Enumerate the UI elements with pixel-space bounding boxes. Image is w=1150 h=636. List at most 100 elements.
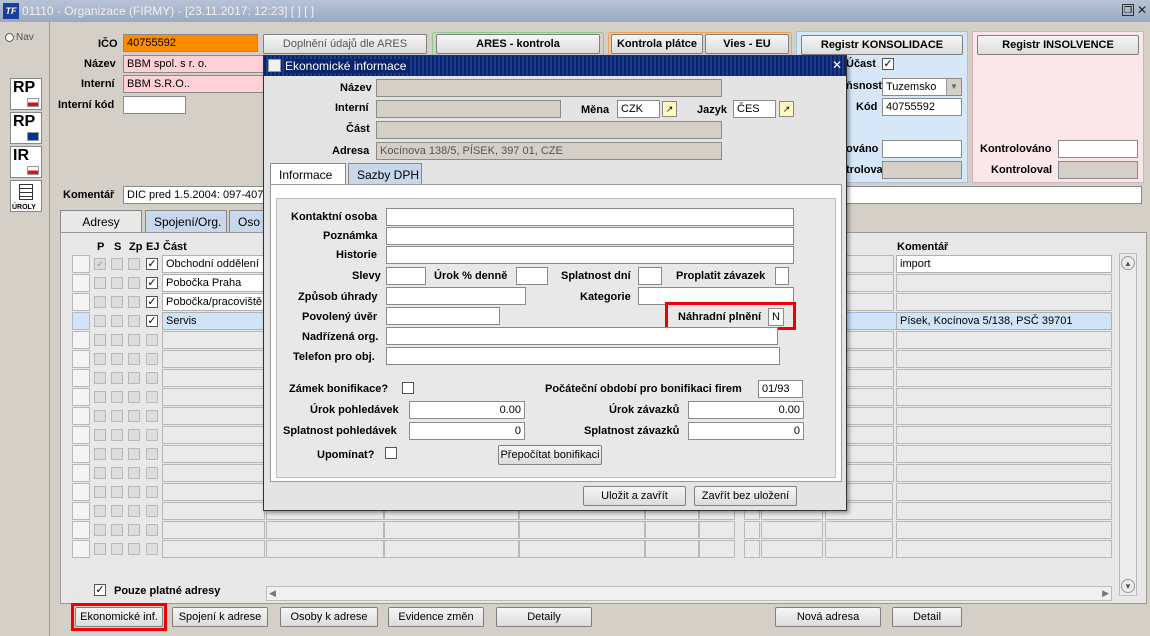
- ulozit-button[interactable]: Uložit a zavřít: [583, 486, 686, 506]
- flag-zp-checkbox[interactable]: [128, 467, 140, 479]
- flag-s-checkbox[interactable]: [111, 277, 123, 289]
- cast-cell[interactable]: [162, 464, 265, 482]
- flag-zp-checkbox[interactable]: [128, 334, 140, 346]
- flag-zp-checkbox[interactable]: [128, 353, 140, 365]
- nova-adresa-button[interactable]: Nová adresa: [775, 607, 881, 627]
- flag-s-checkbox[interactable]: [111, 543, 123, 555]
- komentar-field-tail[interactable]: [846, 186, 1142, 204]
- dlg-tab-sazby-dph[interactable]: Sazby DPH: [348, 163, 422, 185]
- komentar-cell[interactable]: [896, 426, 1112, 444]
- flag-ej-checkbox[interactable]: ✓: [146, 315, 158, 327]
- flag-s-checkbox[interactable]: [111, 334, 123, 346]
- flag-p-checkbox[interactable]: [94, 429, 106, 441]
- urok-denne-field[interactable]: [516, 267, 548, 285]
- mena-lookup-icon[interactable]: ↗: [662, 101, 677, 117]
- flag-p-checkbox[interactable]: [94, 467, 106, 479]
- nav-button-rp-cz[interactable]: RP: [10, 78, 42, 110]
- flag-ej-checkbox[interactable]: [146, 486, 158, 498]
- splatnost-zavazku-field[interactable]: 0: [688, 422, 804, 440]
- row-4-komentar[interactable]: Písek, Kocínova 5/138, PSČ 39701: [896, 312, 1112, 330]
- cast-cell[interactable]: [162, 521, 265, 539]
- restore-icon[interactable]: ❐: [1122, 4, 1134, 16]
- ares-kontrola-button[interactable]: ARES - kontrola: [436, 34, 600, 54]
- row-selector[interactable]: [72, 407, 90, 425]
- prepocitat-button[interactable]: Přepočítat bonifikaci: [498, 445, 602, 465]
- flag-s-checkbox[interactable]: [111, 353, 123, 365]
- cast-cell[interactable]: [162, 369, 265, 387]
- komentar-cell[interactable]: [896, 388, 1112, 406]
- cast-cell[interactable]: [162, 502, 265, 520]
- cast-cell[interactable]: [162, 426, 265, 444]
- komentar-cell[interactable]: [896, 464, 1112, 482]
- flag-s-checkbox[interactable]: [111, 410, 123, 422]
- flag-s-checkbox[interactable]: [111, 296, 123, 308]
- komentar-cell[interactable]: [896, 445, 1112, 463]
- cast-cell[interactable]: [162, 483, 265, 501]
- flag-s-checkbox[interactable]: [111, 505, 123, 517]
- komentar-cell[interactable]: [896, 369, 1112, 387]
- flag-zp-checkbox[interactable]: [128, 372, 140, 384]
- dlg-jazyk-field[interactable]: ČES: [733, 100, 776, 118]
- flag-ej-checkbox[interactable]: [146, 543, 158, 555]
- interni-field[interactable]: BBM S.R.O..: [123, 75, 268, 93]
- flag-zp-checkbox[interactable]: [128, 296, 140, 308]
- flag-ej-checkbox[interactable]: [146, 334, 158, 346]
- tab-spojeni[interactable]: Spojení/Org.: [145, 210, 227, 232]
- flag-ej-checkbox[interactable]: ✓: [146, 277, 158, 289]
- flag-ej-checkbox[interactable]: [146, 467, 158, 479]
- nav-button-ir[interactable]: IR: [10, 146, 42, 178]
- row-selector[interactable]: [72, 445, 90, 463]
- evidence-zmen-button[interactable]: Evidence změn: [388, 607, 484, 627]
- flag-zp-checkbox[interactable]: [128, 391, 140, 403]
- komentar-cell[interactable]: [896, 331, 1112, 349]
- row-selector[interactable]: [72, 483, 90, 501]
- flag-zp-checkbox[interactable]: [128, 277, 140, 289]
- jazyk-lookup-icon[interactable]: ↗: [779, 101, 794, 117]
- kod-field[interactable]: 40755592: [882, 98, 962, 116]
- proplatit-field[interactable]: [775, 267, 789, 285]
- cast-cell[interactable]: [162, 388, 265, 406]
- flag-zp-checkbox[interactable]: [128, 258, 140, 270]
- dialog-close-icon[interactable]: ✕: [832, 58, 842, 72]
- osoby-k-adrese-button[interactable]: Osoby k adrese: [280, 607, 378, 627]
- splatnost-pohledavek-field[interactable]: 0: [409, 422, 525, 440]
- komentar-cell[interactable]: [896, 293, 1112, 311]
- chevron-down-icon[interactable]: ▼: [946, 79, 961, 95]
- flag-ej-checkbox[interactable]: ✓: [146, 258, 158, 270]
- flag-p-checkbox[interactable]: [94, 277, 106, 289]
- flag-ej-checkbox[interactable]: [146, 353, 158, 365]
- cast-cell[interactable]: Servis: [162, 312, 265, 330]
- flag-p-checkbox[interactable]: [94, 391, 106, 403]
- flag-p-checkbox[interactable]: [94, 315, 106, 327]
- vies-button[interactable]: Vies - EU: [705, 34, 789, 54]
- detail-button[interactable]: Detail: [892, 607, 962, 627]
- pocatecni-field[interactable]: 01/93: [758, 380, 803, 398]
- urok-zavazku-field[interactable]: 0.00: [688, 401, 804, 419]
- flag-ej-checkbox[interactable]: [146, 505, 158, 517]
- dialog-title-bar[interactable]: Ekonomické informace ✕: [264, 56, 846, 76]
- row-selector[interactable]: [72, 312, 90, 330]
- cast-cell[interactable]: Pobočka/pracoviště: [162, 293, 265, 311]
- flag-s-checkbox[interactable]: [111, 372, 123, 384]
- flag-zp-checkbox[interactable]: [128, 410, 140, 422]
- flag-s-checkbox[interactable]: [111, 486, 123, 498]
- flag-ej-checkbox[interactable]: [146, 372, 158, 384]
- flag-s-checkbox[interactable]: [111, 429, 123, 441]
- flag-ej-checkbox[interactable]: [146, 448, 158, 460]
- flag-s-checkbox[interactable]: [111, 391, 123, 403]
- flag-s-checkbox[interactable]: [111, 524, 123, 536]
- flag-p-checkbox[interactable]: [94, 543, 106, 555]
- registr-konsolidace-button[interactable]: Registr KONSOLIDACE: [801, 35, 963, 55]
- flag-p-checkbox[interactable]: [94, 486, 106, 498]
- cast-cell[interactable]: Pobočka Praha: [162, 274, 265, 292]
- flag-s-checkbox[interactable]: [111, 448, 123, 460]
- ucast-checkbox[interactable]: ✓: [882, 58, 894, 70]
- poznamka-field[interactable]: [386, 227, 794, 245]
- flag-zp-checkbox[interactable]: [128, 448, 140, 460]
- nav-radio-icon[interactable]: [5, 33, 14, 42]
- row-selector[interactable]: [72, 502, 90, 520]
- insolvence-kontrolovano-field[interactable]: [1058, 140, 1138, 158]
- scroll-up-icon[interactable]: ▲: [1121, 256, 1135, 270]
- nav-button-uroly[interactable]: ÚROLY: [10, 180, 42, 212]
- historie-field[interactable]: [386, 246, 794, 264]
